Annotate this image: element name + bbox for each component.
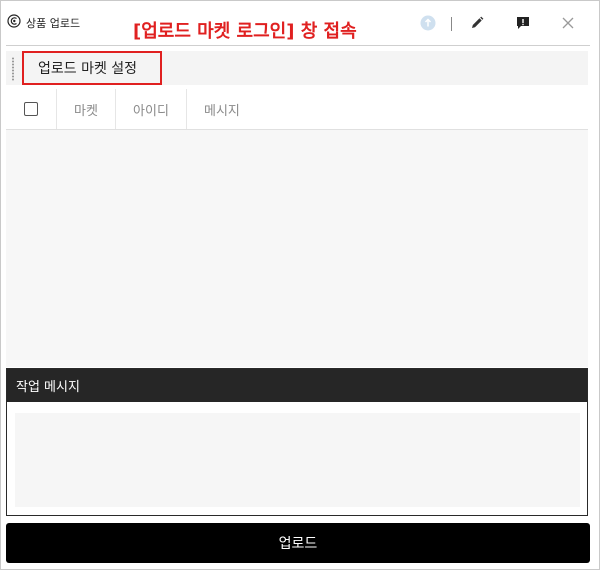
- upload-window: 상품 업로드 [업로드 마켓 로그인] 창 접속 업로드 마켓 설정 마켓 아이…: [0, 0, 600, 570]
- work-message-panel: 작업 메시지: [6, 368, 588, 516]
- market-settings-button[interactable]: 업로드 마켓 설정: [22, 51, 162, 85]
- table-body: [6, 130, 588, 367]
- alert-icon: [517, 17, 529, 29]
- edit-button[interactable]: [467, 13, 487, 33]
- report-button[interactable]: [513, 13, 533, 33]
- work-message-title: 작업 메시지: [7, 369, 587, 402]
- column-header-market[interactable]: 마켓: [57, 89, 116, 129]
- close-icon: [562, 17, 574, 29]
- upload-status-button[interactable]: [418, 13, 438, 33]
- work-message-log: [15, 413, 580, 507]
- pencil-icon: [472, 16, 484, 28]
- table-header: 마켓 아이디 메시지: [6, 89, 588, 130]
- upload-button[interactable]: 업로드: [6, 523, 590, 563]
- instruction-annotation: [업로드 마켓 로그인] 창 접속: [133, 21, 357, 42]
- title-bar: 상품 업로드 [업로드 마켓 로그인] 창 접속: [1, 1, 599, 45]
- settings-toolbar: 업로드 마켓 설정: [6, 51, 588, 85]
- select-all-checkbox[interactable]: [24, 102, 38, 116]
- close-button[interactable]: [558, 13, 578, 33]
- upload-status-icon: [420, 15, 436, 31]
- column-header-message[interactable]: 메시지: [204, 89, 240, 129]
- select-all-cell: [6, 89, 57, 129]
- app-logo-icon: [7, 14, 21, 28]
- market-table: 마켓 아이디 메시지: [6, 89, 588, 367]
- toolbar-grip: [12, 57, 14, 81]
- title-separator: [451, 17, 452, 31]
- column-header-id[interactable]: 아이디: [116, 89, 187, 129]
- window-title: 상품 업로드: [26, 17, 81, 30]
- title-divider: [6, 45, 590, 46]
